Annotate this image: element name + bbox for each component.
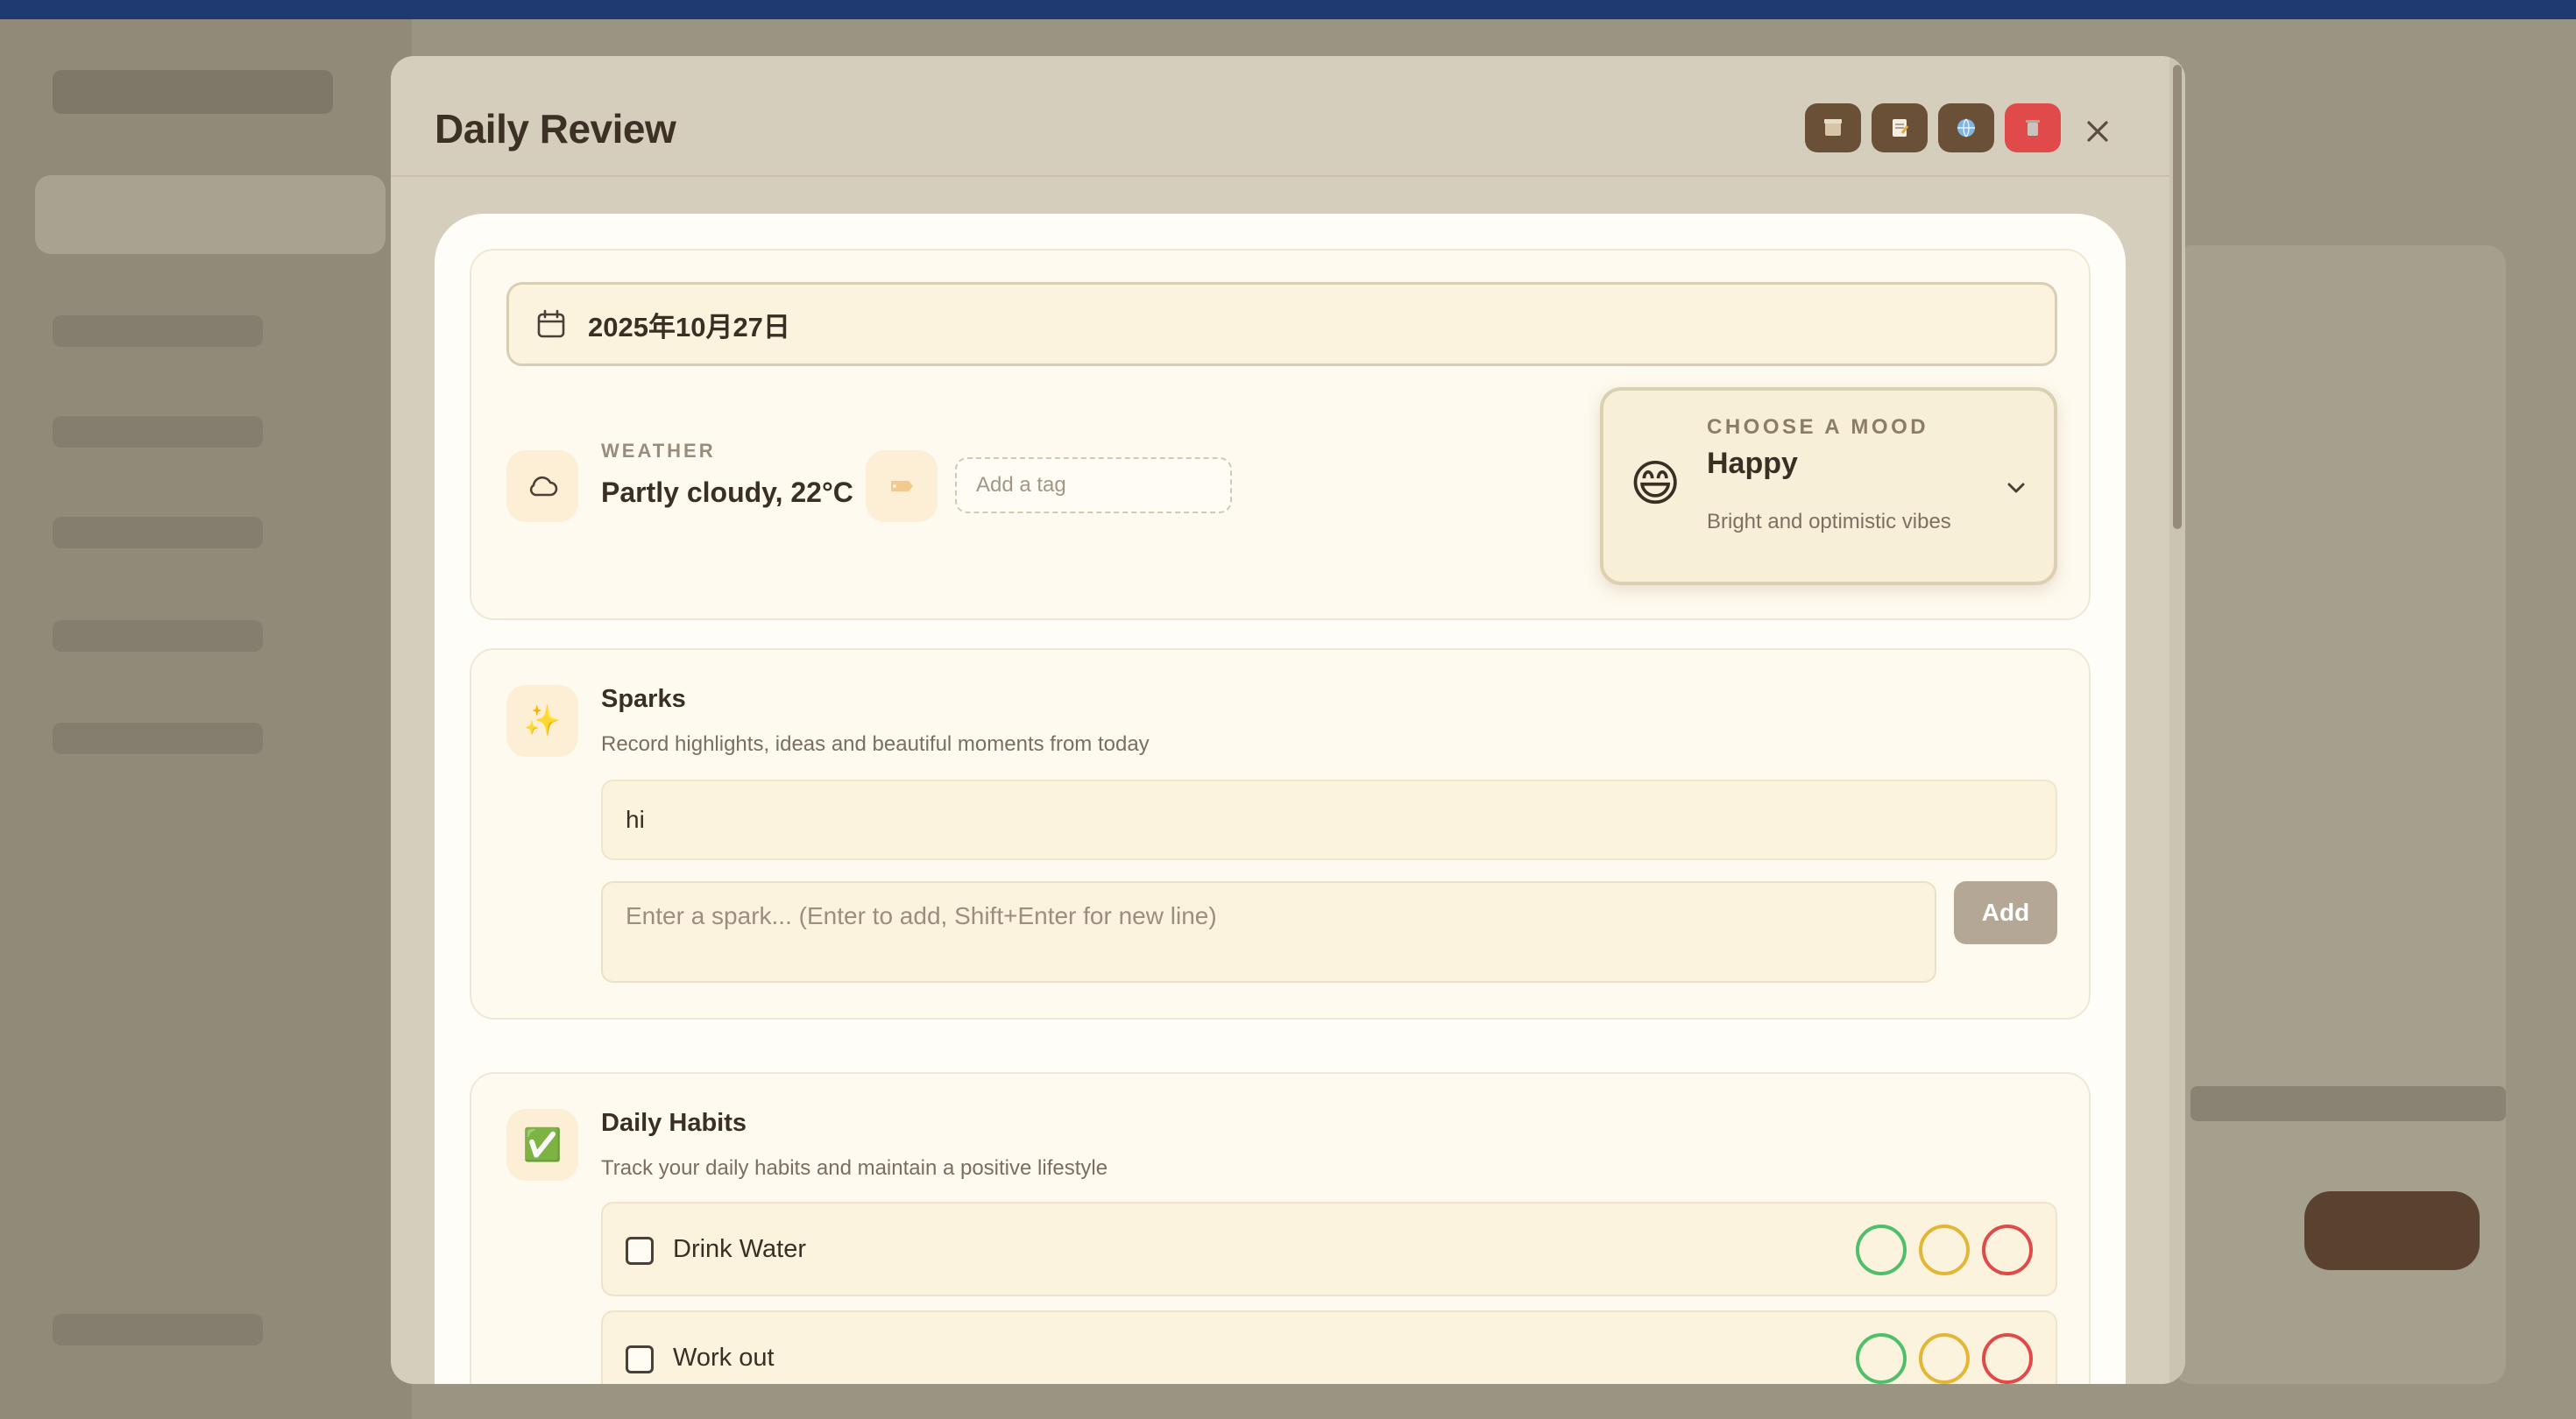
habit-label: Drink Water [673,1235,806,1263]
background-button [2304,1191,2480,1270]
habit-status-red[interactable] [1982,1333,2033,1384]
modal-scrollbar[interactable] [2169,56,2185,1384]
spark-input[interactable] [601,881,1936,983]
close-button[interactable] [2073,107,2122,156]
scrollbar-thumb[interactable] [2173,65,2182,529]
tag-icon [891,481,913,491]
system-menu-bar [0,0,2576,19]
background-search [35,175,386,254]
habit-checkbox[interactable] [626,1237,654,1265]
daily-review-modal: Daily Review 2025年10月27日 WEATHER Partly … [391,56,2185,1384]
mood-description: Bright and optimistic vibes [1707,510,1951,533]
sparkles-icon: ✨ [506,685,578,757]
habit-status-yellow[interactable] [1919,1333,1970,1384]
note-icon [1893,119,1909,137]
globe-icon [1957,118,1975,138]
delete-button[interactable] [2005,103,2061,152]
habits-title: Daily Habits [601,1109,747,1137]
weather-label: WEATHER [601,440,716,462]
habit-checkbox[interactable] [626,1345,654,1373]
checkmark-icon: ✅ [506,1109,578,1181]
archive-icon [1824,119,1842,136]
close-icon [2087,121,2108,142]
background-nav-item [53,517,263,548]
tag-icon-box [866,450,938,522]
add-spark-button[interactable]: Add [1954,881,2057,944]
overview-card: 2025年10月27日 WEATHER Partly cloudy, 22°C … [470,249,2091,620]
sparks-card: ✨ Sparks Record highlights, ideas and be… [470,648,2091,1020]
mood-label: CHOOSE A MOOD [1707,415,1929,439]
chevron-down-icon [2007,483,2025,493]
mood-name: Happy [1707,447,1798,480]
modal-body: 2025年10月27日 WEATHER Partly cloudy, 22°C … [435,214,2126,1384]
background-nav-item [53,620,263,652]
background-nav-item [53,1314,263,1345]
archive-button[interactable] [1805,103,1861,152]
mood-emoji: 😄 [1630,455,1681,511]
habit-status-red[interactable] [1982,1225,2033,1275]
globe-button[interactable] [1938,103,1994,152]
calendar-icon [537,309,565,338]
background-nav-item [53,315,263,347]
habit-status-yellow[interactable] [1919,1225,1970,1275]
habits-subtitle: Track your daily habits and maintain a p… [601,1156,1108,1180]
mood-selector[interactable]: 😄 CHOOSE A MOOD Happy Bright and optimis… [1600,387,2057,585]
background-nav-item [53,723,263,754]
cloud-icon [529,476,558,497]
background-strip [2190,1086,2506,1121]
sparks-title: Sparks [601,685,686,713]
trash-icon [2026,120,2040,136]
sparks-subtitle: Record highlights, ideas and beautiful m… [601,732,1150,756]
habit-label: Work out [673,1344,775,1372]
date-value: 2025年10月27日 [588,311,790,342]
modal-title: Daily Review [435,106,676,152]
habit-status-green[interactable] [1856,1225,1907,1275]
background-nav-item [53,416,263,448]
habit-row: Work out [601,1310,2057,1384]
tag-input[interactable] [955,457,1232,513]
date-picker[interactable]: 2025年10月27日 [506,282,2057,366]
habit-row: Drink Water [601,1202,2057,1296]
habit-status-green[interactable] [1856,1333,1907,1384]
modal-header: Daily Review [391,56,2185,177]
habits-card: ✅ Daily Habits Track your daily habits a… [470,1072,2091,1384]
note-button[interactable] [1872,103,1928,152]
background-brand [53,70,333,114]
weather-value: Partly cloudy, 22°C [601,477,853,508]
spark-item[interactable]: hi [601,780,2057,860]
weather-icon-box [506,450,578,522]
